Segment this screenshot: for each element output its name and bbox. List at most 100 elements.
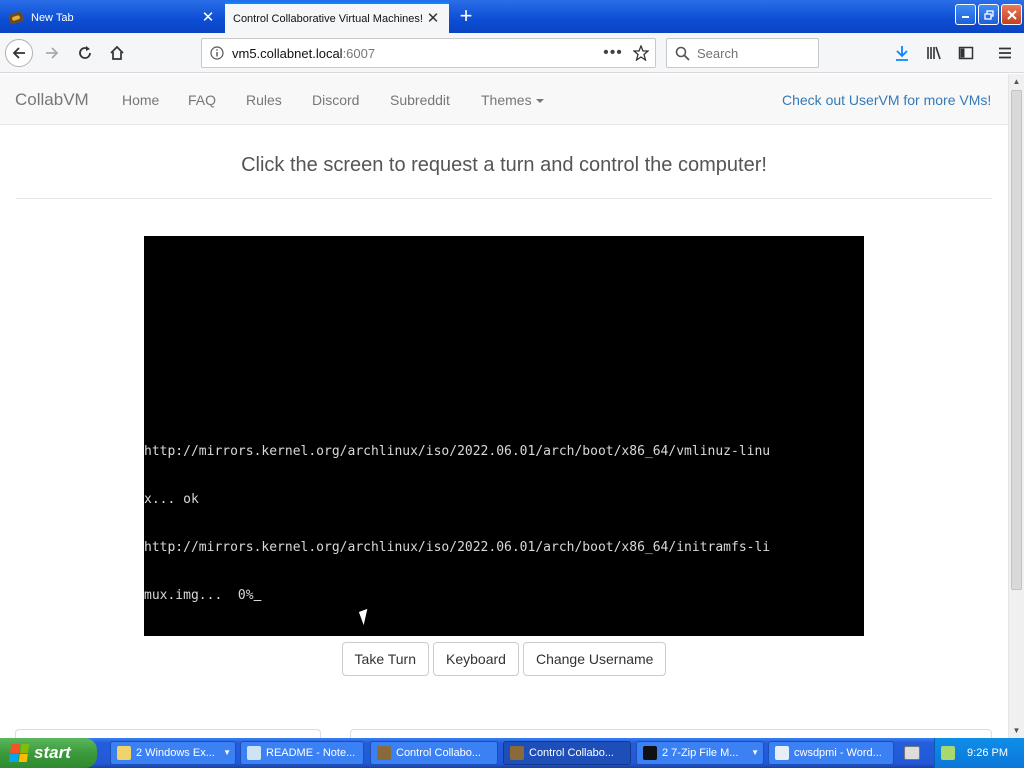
os-taskbar: start 2 Windows Ex... ▼ README - Note...… [0, 738, 1024, 768]
sidebar-toggle-button[interactable] [952, 39, 980, 67]
task-label: 2 7-Zip File M... [662, 747, 739, 759]
folder-icon [117, 746, 131, 760]
text-cursor [254, 588, 262, 603]
users-panel [15, 729, 321, 738]
taskbar-item-firefox-1[interactable]: Control Collabo... [370, 741, 498, 765]
window-controls [955, 4, 1022, 25]
reload-button[interactable] [71, 39, 99, 67]
collabvm-icon [510, 746, 524, 760]
reload-icon [79, 46, 91, 59]
caret-down-icon [535, 99, 544, 104]
search-box[interactable] [666, 38, 819, 68]
taskbar-item-notepad[interactable]: README - Note... [240, 741, 364, 765]
vm-console-output: http://mirrors.kernel.org/archlinux/iso/… [144, 412, 864, 636]
nav-home[interactable]: Home [122, 92, 159, 108]
site-navbar: CollabVM Home FAQ Rules Discord Subreddi… [0, 74, 1008, 125]
clock[interactable]: 9:26 PM [967, 747, 1008, 759]
network-icon[interactable] [941, 746, 956, 760]
task-label: Control Collabo... [396, 747, 481, 759]
page-actions-icon[interactable]: ••• [599, 44, 627, 62]
vm-display[interactable]: http://mirrors.kernel.org/archlinux/iso/… [144, 236, 864, 636]
change-username-button[interactable]: Change Username [522, 642, 667, 676]
search-icon [675, 46, 690, 61]
library-button[interactable] [920, 39, 948, 67]
tab-label: Control Collaborative Virtual Machines! [233, 12, 423, 25]
console-line-progress: mux.img... 0% [144, 588, 864, 604]
new-tab-button[interactable]: + [455, 5, 477, 28]
back-arrow-icon [12, 47, 25, 59]
url-bar[interactable]: vm5.collabnet.local:6007 ••• [201, 38, 656, 68]
site-brand[interactable]: CollabVM [15, 90, 89, 110]
url-text[interactable]: vm5.collabnet.local:6007 [232, 46, 599, 61]
home-button[interactable] [103, 39, 131, 67]
keyboard-layout-icon[interactable] [904, 746, 920, 760]
restore-icon [983, 9, 994, 20]
menu-button[interactable] [991, 39, 1019, 67]
nav-themes-label: Themes [481, 92, 532, 108]
downloads-button[interactable] [888, 39, 916, 67]
chat-panel [350, 729, 992, 738]
minimize-button[interactable] [955, 4, 976, 25]
task-label: 2 Windows Ex... [136, 747, 215, 759]
task-label: cwsdpmi - Word... [794, 747, 882, 759]
taskbar-item-wordpad[interactable]: cwsdpmi - Word... [768, 741, 894, 765]
system-tray: 9:26 PM [934, 738, 1024, 768]
windows-logo-icon [8, 744, 30, 762]
take-turn-button[interactable]: Take Turn [341, 642, 430, 676]
library-icon [927, 46, 941, 60]
close-tab-icon[interactable]: ✕ [425, 10, 441, 27]
tab-new-tab[interactable]: New Tab ✕ [0, 2, 224, 33]
collabvm-favicon-icon [8, 10, 24, 26]
scroll-down-icon[interactable]: ▼ [1009, 723, 1024, 738]
tab-collabvm[interactable]: Control Collaborative Virtual Machines! … [225, 2, 449, 33]
console-line: http://mirrors.kernel.org/archlinux/iso/… [144, 540, 771, 555]
page-scrollbar[interactable]: ▲ ▼ [1008, 74, 1024, 738]
hamburger-menu-icon [999, 47, 1011, 59]
task-label: Control Collabo... [529, 747, 614, 759]
nav-themes-dropdown[interactable]: Themes [481, 92, 544, 108]
scroll-up-icon[interactable]: ▲ [1009, 74, 1024, 89]
notepad-icon [247, 746, 261, 760]
collabvm-icon [377, 746, 391, 760]
page-heading: Click the screen to request a turn and c… [241, 154, 767, 176]
back-button[interactable] [5, 39, 33, 67]
keyboard-button[interactable]: Keyboard [433, 642, 519, 676]
uservm-link[interactable]: Check out UserVM for more VMs! [782, 92, 991, 108]
sidebar-icon [958, 46, 974, 60]
start-button[interactable]: start [0, 738, 97, 768]
console-line: x... ok [144, 492, 199, 507]
url-host: vm5.collabnet.local [232, 45, 343, 61]
close-tab-icon[interactable]: ✕ [200, 9, 216, 26]
7zip-icon [643, 746, 657, 760]
divider [16, 198, 992, 199]
bookmark-star-icon[interactable] [627, 45, 655, 61]
forward-button[interactable] [38, 39, 66, 67]
page-viewport: CollabVM Home FAQ Rules Discord Subreddi… [0, 74, 1008, 738]
restore-button[interactable] [978, 4, 999, 25]
taskbar-item-explorer[interactable]: 2 Windows Ex... ▼ [110, 741, 236, 765]
forward-arrow-icon [46, 47, 59, 59]
download-icon [896, 46, 908, 61]
scroll-thumb[interactable] [1011, 90, 1022, 590]
vm-controls: Take Turn Keyboard Change Username [0, 642, 1008, 676]
url-port: :6007 [342, 45, 376, 61]
console-line: mux.img... 0% [144, 588, 254, 603]
task-label: README - Note... [266, 747, 356, 759]
minimize-icon [962, 16, 969, 18]
home-icon [110, 45, 124, 60]
group-arrow-icon: ▼ [751, 748, 759, 757]
nav-rules[interactable]: Rules [246, 92, 282, 108]
nav-subreddit[interactable]: Subreddit [390, 92, 450, 108]
taskbar-item-7zip[interactable]: 2 7-Zip File M... ▼ [636, 741, 764, 765]
close-window-button[interactable] [1001, 4, 1022, 25]
close-icon [1006, 9, 1017, 20]
site-info-icon[interactable] [202, 46, 232, 60]
tab-label: New Tab [31, 11, 74, 24]
taskbar-item-firefox-2[interactable]: Control Collabo... [503, 741, 631, 765]
browser-tab-strip: New Tab ✕ Control Collaborative Virtual … [0, 0, 1024, 33]
nav-faq[interactable]: FAQ [188, 92, 216, 108]
search-input[interactable] [697, 45, 807, 61]
group-arrow-icon: ▼ [223, 748, 231, 757]
browser-toolbar: vm5.collabnet.local:6007 ••• [0, 33, 1024, 73]
nav-discord[interactable]: Discord [312, 92, 359, 108]
